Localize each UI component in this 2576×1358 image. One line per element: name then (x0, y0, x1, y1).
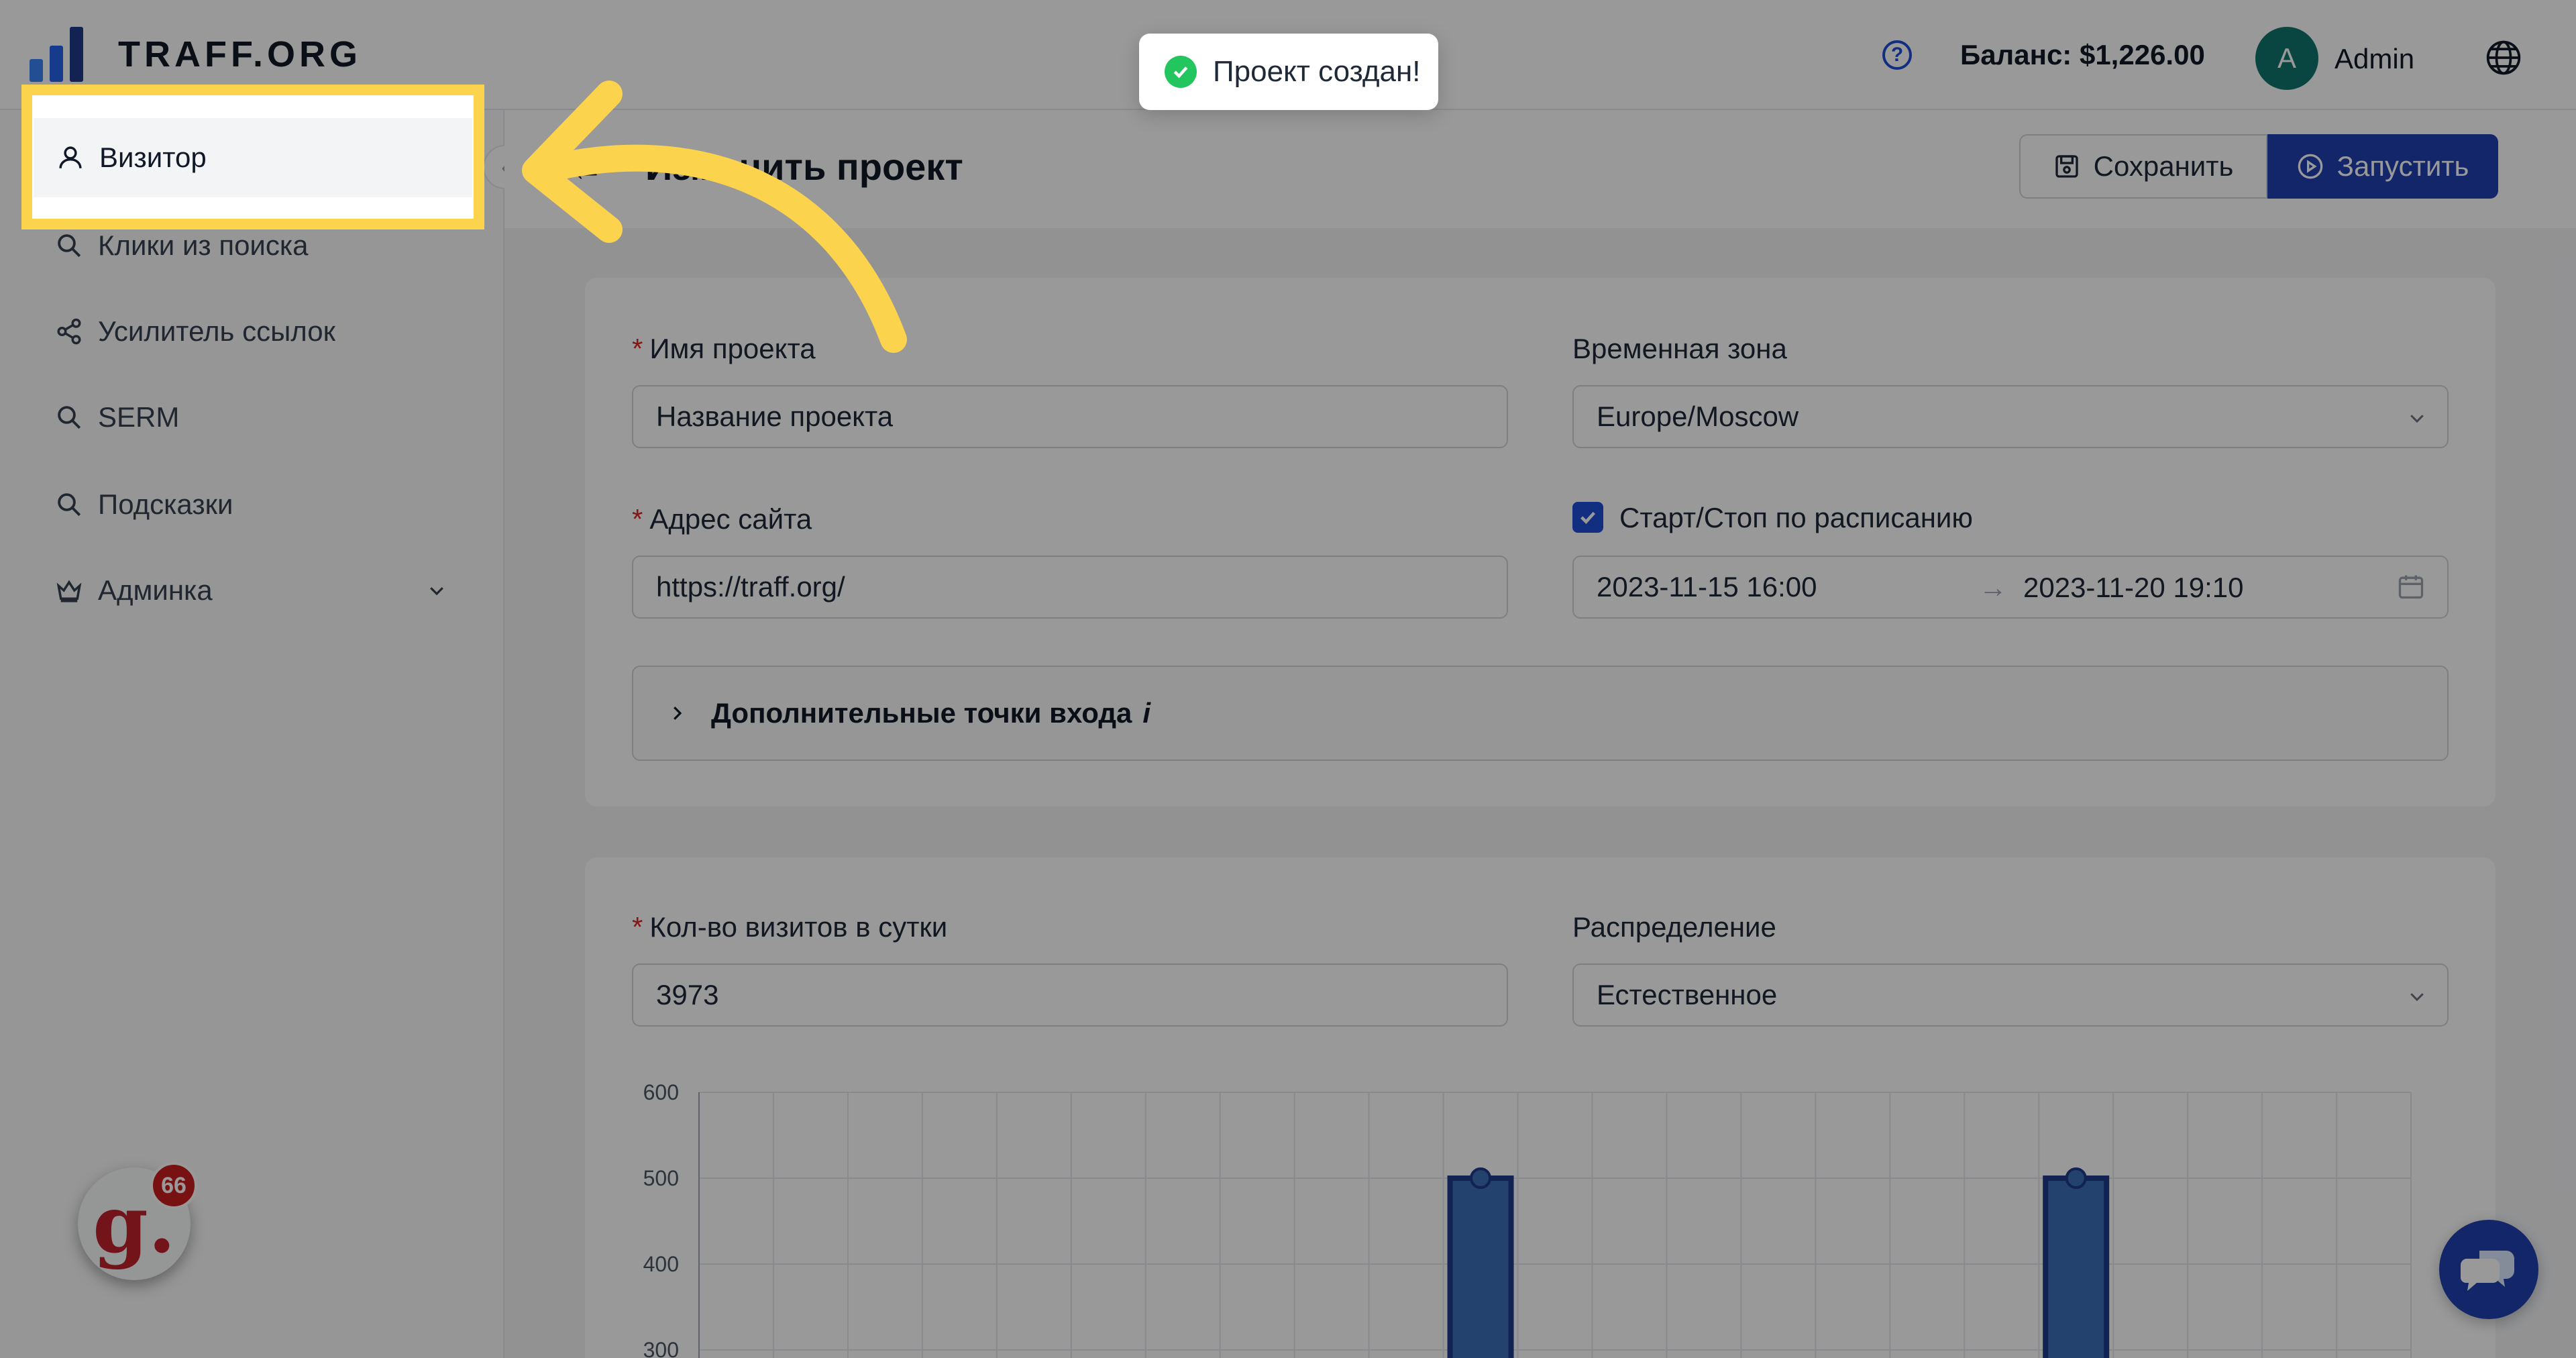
share-icon (57, 318, 81, 345)
chevron-down-icon[interactable] (427, 580, 447, 600)
logo-text: TRAFF.ORG (118, 34, 362, 74)
sidebar-item-visitor[interactable]: Визитор (34, 118, 472, 197)
save-icon (2055, 155, 2078, 178)
sidebar-item-label: Усилитель ссылок (98, 315, 335, 347)
success-toast: Проект создан! (1139, 34, 1438, 110)
globe-icon[interactable] (2485, 39, 2522, 76)
logo-bars-icon (30, 27, 86, 82)
chart-bar (2043, 1176, 2110, 1358)
distribution-value: Естественное (1597, 979, 1778, 1010)
notification-count-badge: 66 (150, 1162, 197, 1209)
logo[interactable]: TRAFF.ORG (30, 27, 362, 82)
schedule-start-date[interactable]: 2023-11-15 16:00 (1597, 571, 1817, 603)
question-circle-icon[interactable]: ? (1882, 40, 1912, 70)
play-circle-icon (2298, 154, 2322, 179)
chart-y-tick-label: 400 (643, 1252, 679, 1276)
user-icon (59, 146, 82, 168)
save-button-label: Сохранить (2093, 150, 2234, 182)
timezone-value: Europe/Moscow (1597, 401, 1799, 432)
chevron-down-icon (2410, 415, 2424, 423)
back-arrow-icon[interactable]: ← (569, 149, 604, 189)
page-title: Изменить проект (645, 146, 963, 188)
check-circle-icon (1165, 56, 1197, 88)
chart-y-tick-label: 300 (643, 1338, 679, 1358)
balance-display: Баланс: $1,226.00 (1960, 39, 2205, 70)
schedule-label[interactable]: Старт/Стоп по расписанию (1619, 502, 1973, 534)
search-icon (58, 234, 81, 258)
schedule-checkbox[interactable] (1572, 502, 1603, 533)
sidebar-item-link-booster[interactable]: Усилитель ссылок (0, 291, 504, 372)
project-name-label: * Имя проекта (632, 333, 816, 364)
timezone-label: Временная зона (1572, 333, 1787, 364)
sidebar-item-label: Подсказки (98, 488, 233, 520)
sidebar-item-label: Визитор (99, 142, 207, 173)
chart-bar (1447, 1176, 1514, 1358)
save-button[interactable]: Сохранить (2019, 134, 2267, 199)
username[interactable]: Admin (2334, 43, 2414, 75)
chart-bar-handle (1470, 1167, 1492, 1189)
chevron-down-icon (2410, 993, 2424, 1002)
sidebar-item-admin[interactable]: Админка (0, 550, 504, 631)
info-icon[interactable]: i (1142, 697, 1150, 729)
avatar[interactable]: A (2255, 27, 2318, 90)
distribution-label: Распределение (1572, 911, 1776, 943)
crown-icon (56, 580, 82, 603)
visits-per-day-input[interactable]: 3973 (632, 963, 1508, 1027)
sidebar-item-serm[interactable]: SERM (0, 377, 504, 458)
run-button-label: Запустить (2337, 150, 2469, 182)
chat-bubble-icon (2461, 1251, 2514, 1291)
search-icon (58, 493, 81, 517)
visits-per-day-label: * Кол-во визитов в сутки (632, 911, 948, 943)
search-icon (58, 406, 81, 429)
chart-y-tick-label: 600 (643, 1080, 679, 1104)
sidebar-item-label: Админка (98, 574, 213, 606)
distribution-select[interactable]: Естественное (1572, 963, 2449, 1027)
chart-y-tick-label: 500 (643, 1166, 679, 1190)
run-button[interactable]: Запустить (2267, 134, 2498, 199)
toast-message: Проект создан! (1213, 55, 1421, 88)
schedule-end-date[interactable]: 2023-11-20 19:10 (2023, 572, 2244, 604)
date-range-arrow: → (1979, 572, 2007, 603)
chat-button[interactable] (2439, 1220, 2538, 1319)
checkmark-icon (1580, 511, 1596, 524)
visits-distribution-chart[interactable]: 600 500 400 300 (624, 1074, 2422, 1358)
sidebar-item-label: Клики из поиска (98, 229, 309, 261)
chevron-right-icon (674, 707, 682, 720)
calendar-icon[interactable] (2396, 572, 2426, 601)
timezone-select[interactable]: Europe/Moscow (1572, 385, 2449, 448)
schedule-date-range[interactable]: 2023-11-15 16:00 (1572, 556, 2449, 619)
site-url-label: * Адрес сайта (632, 503, 812, 535)
extra-entry-points-panel[interactable]: Дополнительные точки входа i (632, 666, 2449, 761)
site-url-input[interactable]: https://traff.org/ (632, 556, 1508, 619)
project-name-input[interactable]: Название проекта (632, 385, 1508, 448)
extra-entry-points-label: Дополнительные точки входа (711, 697, 1132, 729)
sidebar-item-hints[interactable]: Подсказки (0, 464, 504, 545)
sidebar-item-label: SERM (98, 401, 180, 433)
chart-bar-handle (2065, 1167, 2087, 1189)
